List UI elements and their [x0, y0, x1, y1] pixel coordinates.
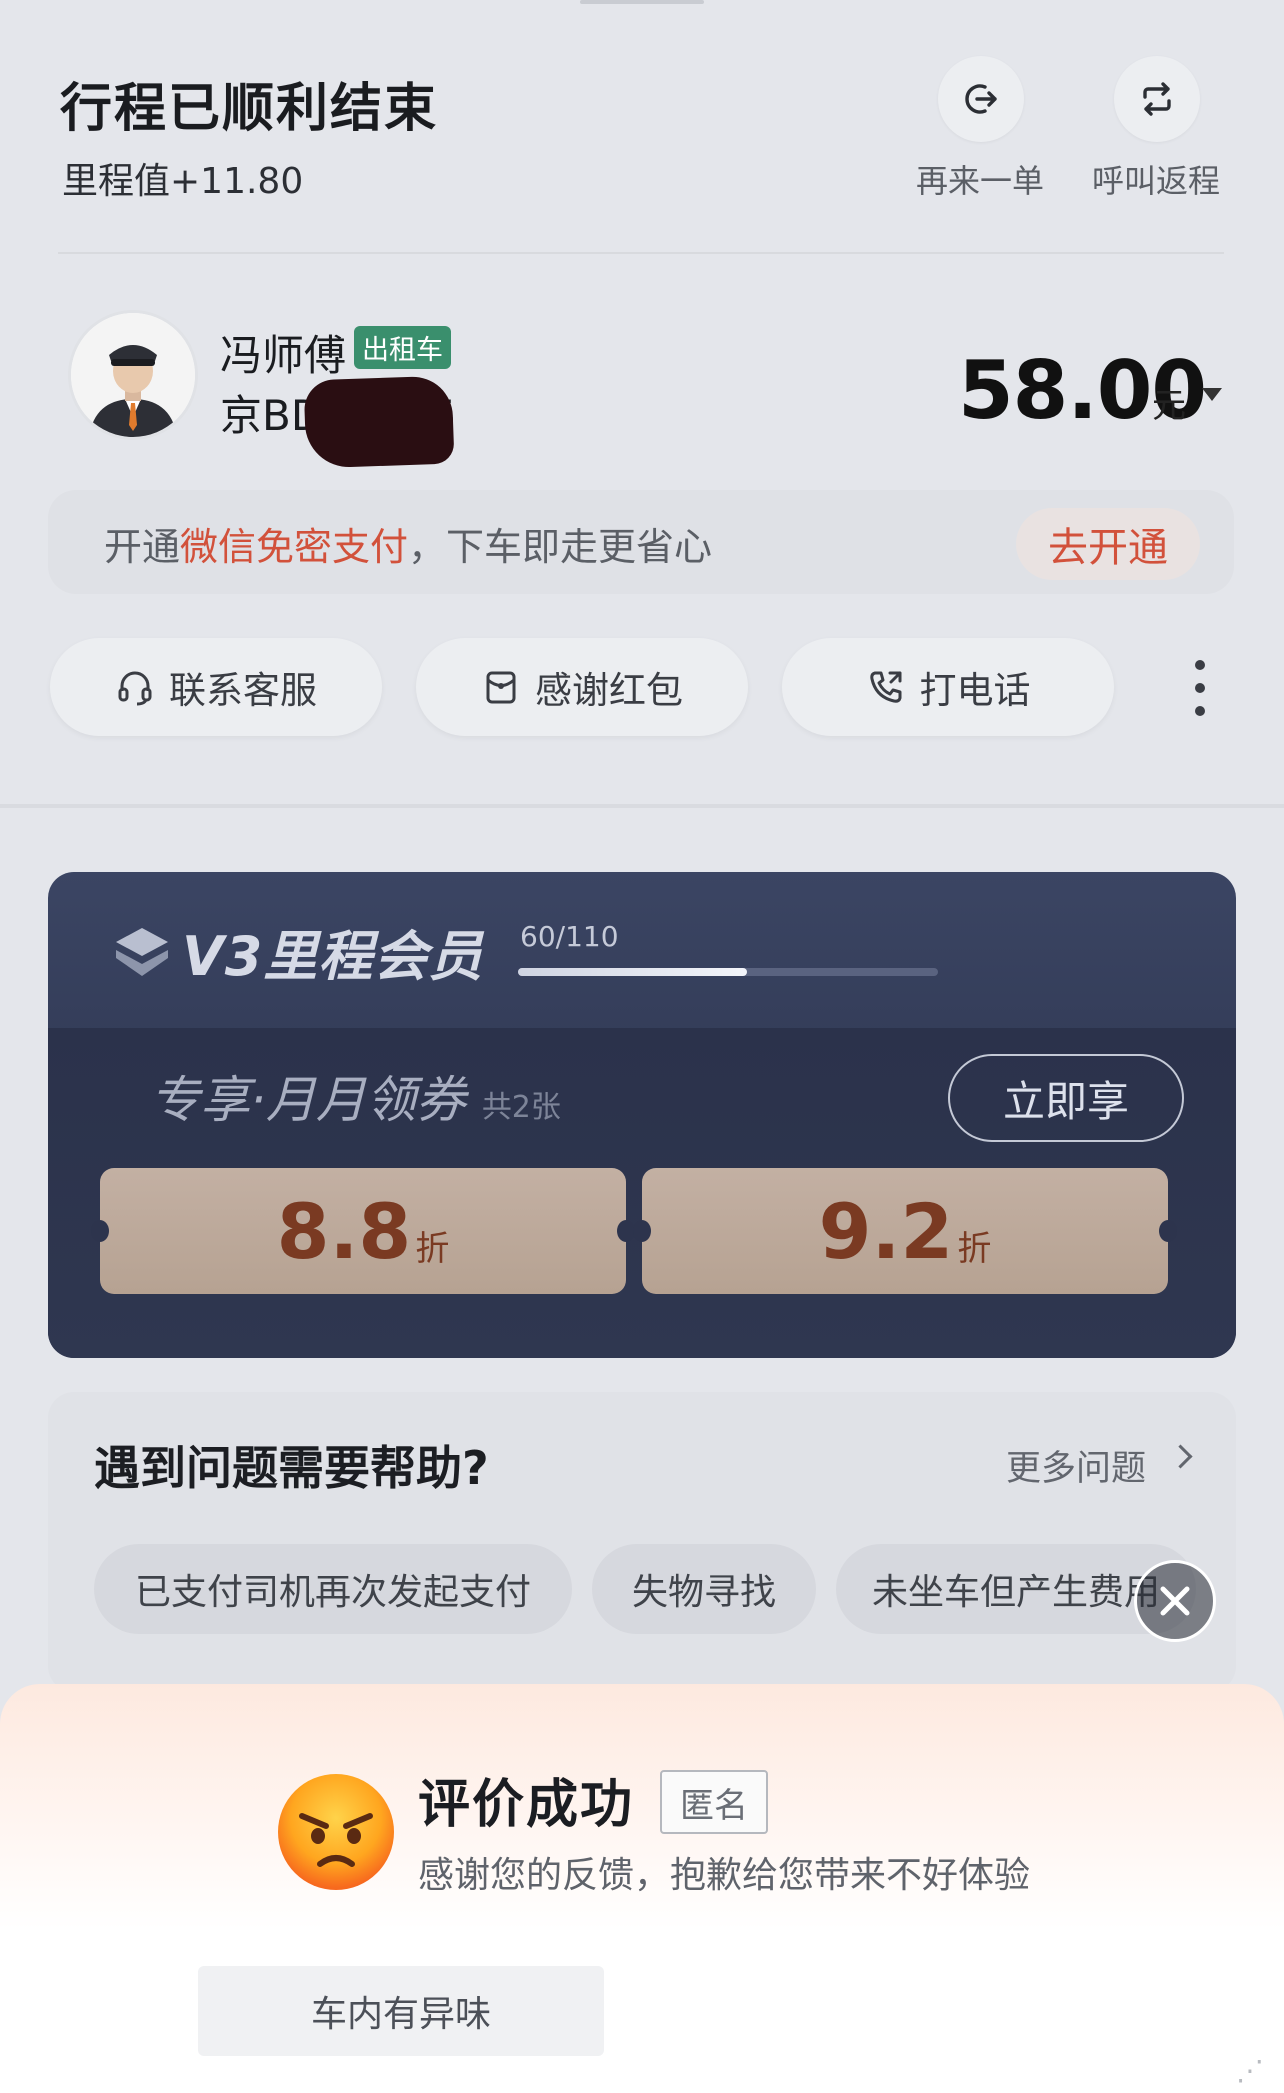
thank-red-envelope-button[interactable]: 感谢红包 — [416, 638, 748, 736]
phone-icon — [869, 671, 901, 703]
contact-support-button[interactable]: 联系客服 — [50, 638, 382, 736]
enable-payment-button[interactable]: 去开通 — [1016, 508, 1200, 580]
driver-avatar[interactable] — [68, 310, 198, 440]
more-questions-link[interactable]: 更多问题 — [1006, 1440, 1146, 1491]
more-options-icon[interactable] — [1186, 660, 1214, 716]
page-title: 行程已顺利结束 — [60, 79, 439, 139]
mileage-points: 里程值+11.80 — [62, 161, 304, 202]
contact-support-label: 联系客服 — [169, 669, 317, 712]
membership-progress-fill — [518, 968, 747, 976]
reorder-button[interactable] — [938, 56, 1024, 142]
anonymous-badge: 匿名 — [660, 1770, 768, 1834]
coupon-count: 共2张 — [481, 1090, 561, 1125]
fare-dropdown-icon[interactable] — [1202, 388, 1222, 401]
red-envelope-icon — [486, 671, 516, 704]
reorder-icon — [965, 84, 997, 114]
close-button[interactable] — [1134, 1560, 1216, 1642]
plate-redaction-mark — [303, 375, 455, 469]
rating-tag: 车内有异味 — [198, 1966, 604, 2056]
drag-handle[interactable] — [580, 0, 704, 4]
call-driver-button[interactable]: 打电话 — [782, 638, 1114, 736]
driver-name: 冯师傅 — [220, 331, 347, 380]
taxi-badge: 出租车 — [354, 326, 451, 369]
sheet-corner-mark: ⋰ — [1236, 2054, 1264, 2087]
question-chip[interactable]: 已支付司机再次发起支付 — [94, 1544, 572, 1634]
return-trip-icon — [1143, 82, 1171, 116]
claim-now-button[interactable]: 立即享 — [948, 1054, 1184, 1142]
thank-red-envelope-label: 感谢红包 — [535, 669, 683, 712]
membership-card[interactable]: V3里程会员 60/110 专享·月月领券 共2张 立即享 8.8 折 9.2 折 — [48, 872, 1236, 1358]
help-title: 遇到问题需要帮助? — [94, 1441, 489, 1495]
coupon-unit: 折 — [415, 1228, 450, 1269]
payment-promo-text: 开通微信免密支付，下车即走更省心 — [104, 525, 713, 569]
return-trip-button[interactable] — [1114, 56, 1200, 142]
coupon-card[interactable]: 9.2 折 — [633, 1168, 1177, 1294]
membership-diamond-icon — [116, 928, 168, 976]
membership-subtitle: 专享·月月领券 共2张 — [150, 1071, 561, 1129]
reorder-label[interactable]: 再来一单 — [890, 156, 1070, 202]
question-chip[interactable]: 失物寻找 — [592, 1544, 816, 1634]
coupon-card[interactable]: 8.8 折 — [91, 1168, 635, 1294]
rating-success-title: 评价成功 — [418, 1775, 635, 1835]
fare-unit: 元 — [1152, 386, 1186, 426]
membership-progress-text: 60/110 — [520, 920, 619, 953]
membership-title: V3里程会员 — [182, 925, 484, 988]
coupon-value: 8.8 — [276, 1186, 412, 1276]
headset-icon — [118, 671, 152, 706]
driver-avatar-icon — [71, 313, 195, 437]
call-driver-label: 打电话 — [919, 669, 1031, 712]
coupon-value: 9.2 — [818, 1186, 954, 1276]
angry-face-icon — [278, 1774, 394, 1890]
close-icon — [1160, 1586, 1190, 1616]
rating-subtitle: 感谢您的反馈，抱歉给您带来不好体验 — [418, 1855, 1031, 1896]
header-divider — [58, 252, 1224, 254]
return-trip-label[interactable]: 呼叫返程 — [1066, 156, 1246, 202]
coupon-unit: 折 — [957, 1228, 992, 1269]
section-divider — [0, 804, 1284, 808]
